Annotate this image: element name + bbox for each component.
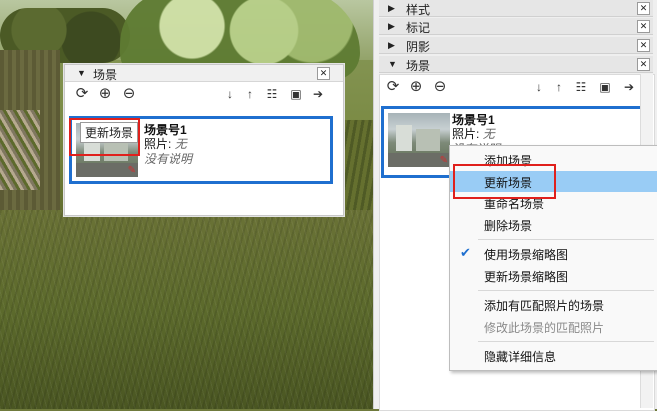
thumbnail-building <box>416 129 440 151</box>
expand-triangle-icon[interactable]: ▶ <box>388 21 395 32</box>
annotation-highlight-box <box>453 164 556 199</box>
photo-value: 无 <box>174 137 187 151</box>
add-scene-icon[interactable]: ⊕ <box>407 78 425 96</box>
menu-separator <box>478 239 654 240</box>
menu-separator <box>478 290 654 291</box>
menu-item-hide-details[interactable]: 隐藏详细信息 <box>450 345 657 366</box>
expand-triangle-icon[interactable]: ▶ <box>388 40 395 51</box>
menu-item-label: 添加有匹配照片的场景 <box>484 299 605 313</box>
tray-section-scenes[interactable]: ▼ 场景 ✕ <box>379 56 653 73</box>
section-label: 场景 <box>406 59 431 73</box>
view-options-icon[interactable]: ☷ <box>572 78 590 96</box>
photo-label: 照片: <box>144 137 172 151</box>
matched-photo-fragment <box>0 110 40 190</box>
pencil-icon: ✎ <box>127 165 136 176</box>
refresh-icon[interactable]: ⟳ <box>73 85 91 103</box>
scene-toolbar: ⟳ ⊕ ⊖ ↓ ↑ ☷ ▣ ➔ <box>380 75 654 99</box>
menu-item-label: 修改此场景的匹配照片 <box>484 321 605 335</box>
tray-section-tags[interactable]: ▶ 标记 ✕ <box>379 18 653 35</box>
expand-panel-icon[interactable]: ➔ <box>620 78 638 96</box>
show-details-icon[interactable]: ▣ <box>287 85 305 103</box>
close-icon[interactable]: ✕ <box>637 20 650 33</box>
scene-description: 没有说明 <box>144 152 193 166</box>
collapse-triangle-icon[interactable]: ▼ <box>388 59 397 69</box>
panel-title: 场景 <box>93 68 118 82</box>
expand-panel-icon[interactable]: ➔ <box>309 85 327 103</box>
menu-item-update-scene-thumbnail[interactable]: 更新场景缩略图 <box>450 265 657 286</box>
panel-titlebar[interactable]: ▼ 场景 ✕ <box>65 65 343 82</box>
move-up-icon[interactable]: ↑ <box>241 85 259 103</box>
pencil-icon: ✎ <box>439 155 448 166</box>
annotation-highlight-box <box>69 118 140 156</box>
move-down-icon[interactable]: ↓ <box>530 78 548 96</box>
collapse-triangle-icon[interactable]: ▼ <box>77 68 86 78</box>
section-label: 样式 <box>406 3 431 17</box>
scene-thumbnail: ✎ <box>388 113 450 167</box>
photo-label: 照片: <box>452 127 480 141</box>
menu-item-use-scene-thumbnails[interactable]: ✔ 使用场景缩略图 <box>450 243 657 264</box>
section-label: 阴影 <box>406 40 431 54</box>
close-icon[interactable]: ✕ <box>637 39 650 52</box>
menu-item-label: 删除场景 <box>484 219 533 233</box>
menu-item-label: 使用场景缩略图 <box>484 248 569 262</box>
remove-scene-icon[interactable]: ⊖ <box>431 78 449 96</box>
close-icon[interactable]: ✕ <box>637 2 650 15</box>
menu-item-delete-scene[interactable]: 删除场景 <box>450 214 657 235</box>
move-up-icon[interactable]: ↑ <box>550 78 568 96</box>
tray-section-shadows[interactable]: ▶ 阴影 ✕ <box>379 37 653 54</box>
close-icon[interactable]: ✕ <box>317 67 330 80</box>
show-details-icon[interactable]: ▣ <box>596 78 614 96</box>
menu-item-label: 隐藏详细信息 <box>484 350 557 364</box>
thumbnail-building <box>396 125 412 151</box>
photo-value: 无 <box>482 127 495 141</box>
grass-ground <box>0 210 373 409</box>
menu-item-add-matched-photo-scene[interactable]: 添加有匹配照片的场景 <box>450 294 657 315</box>
menu-separator <box>478 341 654 342</box>
remove-scene-icon[interactable]: ⊖ <box>120 85 138 103</box>
tray-section-styles[interactable]: ▶ 样式 ✕ <box>379 0 653 17</box>
close-icon[interactable]: ✕ <box>637 58 650 71</box>
view-options-icon[interactable]: ☷ <box>263 85 281 103</box>
scene-toolbar: ⟳ ⊕ ⊖ ↓ ↑ ☷ ▣ ➔ <box>65 82 343 106</box>
menu-item-edit-matched-photo[interactable]: 修改此场景的匹配照片 <box>450 316 657 337</box>
refresh-icon[interactable]: ⟳ <box>384 78 402 96</box>
expand-triangle-icon[interactable]: ▶ <box>388 3 395 14</box>
move-down-icon[interactable]: ↓ <box>221 85 239 103</box>
add-scene-icon[interactable]: ⊕ <box>96 85 114 103</box>
section-label: 标记 <box>406 21 431 35</box>
checkmark-icon: ✔ <box>460 245 471 260</box>
menu-item-label: 更新场景缩略图 <box>484 270 569 284</box>
